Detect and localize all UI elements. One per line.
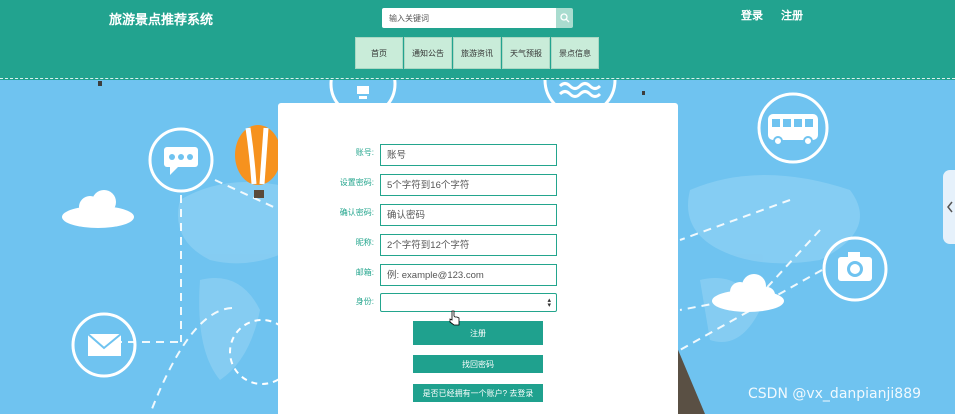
password-row: 设置密码: — [278, 174, 678, 196]
register-form-card: 账号: 设置密码: 确认密码: 昵称: 邮箱: 身份: ▴▾ 注册 找回密码 是… — [278, 103, 678, 414]
search-input[interactable] — [382, 8, 556, 28]
nickname-label: 昵称: — [355, 238, 374, 247]
main-nav: 首页 通知公告 旅游资讯 天气预报 景点信息 — [355, 37, 600, 69]
forgot-password-button[interactable]: 找回密码 — [413, 355, 543, 373]
account-label: 账号: — [355, 148, 374, 157]
site-title: 旅游景点推荐系统 — [109, 12, 214, 27]
login-link[interactable]: 登录 — [741, 7, 763, 23]
chat-icon — [148, 127, 214, 193]
bus-icon — [757, 92, 829, 164]
account-input[interactable] — [380, 144, 557, 166]
camera-icon — [822, 236, 888, 302]
nav-item-home[interactable]: 首页 — [355, 37, 403, 69]
search-button[interactable] — [556, 8, 573, 28]
search-icon — [559, 13, 569, 23]
top-header: 旅游景点推荐系统 登录 注册 首页 通知公告 旅游资讯 天气预报 景点信息 — [0, 0, 955, 80]
chevron-left-icon — [947, 201, 953, 213]
password-input[interactable] — [380, 174, 557, 196]
register-button[interactable]: 注册 — [413, 321, 543, 345]
identity-select[interactable]: ▴ ▾ — [380, 293, 557, 312]
confirm-password-input[interactable] — [380, 204, 557, 226]
nav-item-notices[interactable]: 通知公告 — [404, 37, 452, 69]
email-label: 邮箱: — [355, 268, 374, 277]
nav-item-travel-news[interactable]: 旅游资讯 — [453, 37, 501, 69]
account-row: 账号: — [278, 144, 678, 166]
nav-item-attractions[interactable]: 景点信息 — [551, 37, 599, 69]
password-label: 设置密码: — [339, 178, 374, 187]
watermark: CSDN @vx_danpianji889 — [748, 386, 922, 402]
go-login-button[interactable]: 是否已经拥有一个账户? 去登录 — [413, 384, 543, 402]
identity-label: 身份: — [355, 297, 374, 306]
nickname-row: 昵称: — [278, 234, 678, 256]
email-row: 邮箱: — [278, 264, 678, 286]
identity-row: 身份: ▴ ▾ — [278, 293, 678, 315]
caret-updown-icon: ▴ ▾ — [547, 297, 551, 309]
mail-icon — [71, 312, 137, 378]
confirm-password-row: 确认密码: — [278, 204, 678, 226]
search-bar — [382, 8, 573, 28]
confirm-password-label: 确认密码: — [339, 208, 374, 217]
email-input[interactable] — [380, 264, 557, 286]
nickname-input[interactable] — [380, 234, 557, 256]
side-collapse-tab[interactable] — [943, 170, 955, 244]
nav-item-weather[interactable]: 天气预报 — [502, 37, 550, 69]
pointer-cursor-icon — [449, 310, 460, 326]
register-link[interactable]: 注册 — [781, 7, 803, 23]
